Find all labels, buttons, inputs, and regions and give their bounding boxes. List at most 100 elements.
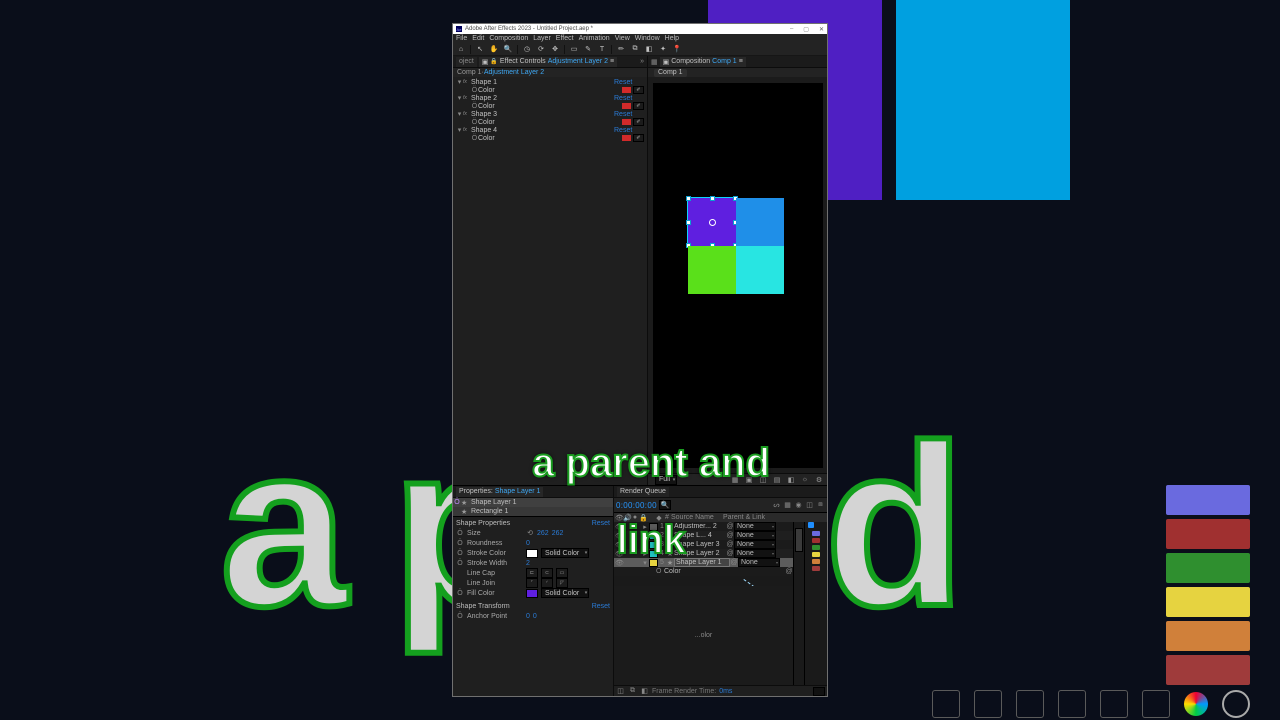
- zoom-scrubber[interactable]: [813, 687, 825, 696]
- vertical-scrollbar[interactable]: [793, 522, 804, 685]
- layer-path-row[interactable]: Ö ★ Shape Layer 1: [453, 498, 613, 507]
- effect-param-row[interactable]: Ö Color ✐: [453, 118, 647, 126]
- eye-icon[interactable]: 👁: [615, 523, 623, 531]
- overflow-icon[interactable]: »: [640, 58, 644, 65]
- pickwhip-icon[interactable]: @: [785, 568, 793, 575]
- puppet-tool-icon[interactable]: 📍: [672, 44, 682, 54]
- cap-square-icon[interactable]: ▭: [556, 568, 568, 578]
- fill-color-chip[interactable]: [526, 589, 538, 598]
- pickwhip-icon[interactable]: @: [726, 523, 734, 530]
- reset-link[interactable]: Reset: [614, 79, 644, 86]
- menu-layer[interactable]: Layer: [533, 35, 551, 42]
- size-h[interactable]: 262: [552, 530, 564, 537]
- roundness-row[interactable]: Ö Roundness 0: [453, 538, 613, 548]
- parent-select[interactable]: None: [734, 522, 776, 531]
- breadcrumb[interactable]: Comp 1: [654, 69, 687, 77]
- type-tool-icon[interactable]: T: [597, 44, 607, 54]
- transparency-grid-icon[interactable]: ▦: [730, 475, 740, 485]
- fill-mode-select[interactable]: Solid Color: [541, 588, 589, 598]
- twirl-icon[interactable]: ▾: [456, 78, 463, 86]
- cap-round-icon[interactable]: ⊂: [541, 568, 553, 578]
- effect-row[interactable]: ▾ fx Shape 1 Reset: [453, 78, 647, 86]
- channel-icon[interactable]: ◧: [786, 475, 796, 485]
- join-miter-icon[interactable]: ⌜: [526, 578, 538, 588]
- effect-param-row[interactable]: Ö Color ✐: [453, 102, 647, 110]
- menu-edit[interactable]: Edit: [472, 35, 484, 42]
- reset-link[interactable]: Reset: [592, 603, 610, 610]
- title-bar[interactable]: Ae Adobe After Effects 2023 - Untitled P…: [453, 24, 827, 34]
- frame-blend-icon[interactable]: ▦: [783, 501, 792, 509]
- composition-tab[interactable]: ▣ Composition Comp 1 ≡: [660, 57, 746, 67]
- layer-name-edit[interactable]: Shape Layer 1: [674, 558, 730, 567]
- fill-color-row[interactable]: Ö Fill Color Solid Color: [453, 588, 613, 598]
- panel-menu-icon[interactable]: ≡: [739, 58, 743, 65]
- home-icon[interactable]: ⌂: [456, 44, 466, 54]
- project-tab[interactable]: oject: [456, 57, 477, 67]
- menu-animation[interactable]: Animation: [579, 35, 610, 42]
- window-minimize-button[interactable]: –: [790, 26, 793, 33]
- size-w[interactable]: 262: [537, 530, 549, 537]
- mask-icon[interactable]: ▣: [744, 475, 754, 485]
- effect-row[interactable]: ▾fx Shape 3 Reset: [453, 110, 647, 118]
- render-queue-tab[interactable]: Render Queue: [617, 487, 669, 497]
- cap-butt-icon[interactable]: ⊏: [526, 568, 538, 578]
- roto-tool-icon[interactable]: ✦: [658, 44, 668, 54]
- keyframe-icon[interactable]: Ö: [456, 530, 464, 537]
- panbehind-tool-icon[interactable]: ✥: [550, 44, 560, 54]
- composition-canvas[interactable]: [653, 83, 823, 468]
- pen-tool-icon[interactable]: ✎: [583, 44, 593, 54]
- search-icon[interactable]: 🔍: [659, 500, 671, 510]
- shape-top-left[interactable]: [688, 198, 736, 246]
- shy-icon[interactable]: ᔕ: [772, 501, 781, 509]
- playhead-icon[interactable]: [808, 522, 814, 528]
- tool-bar[interactable]: ⌂ ↖ ✋ 🔍 ◷ ⟳ ✥ ▭ ✎ T ✏ ⧉ ◧ ✦ 📍: [453, 43, 827, 56]
- effect-row[interactable]: ▾fx Shape 4 Reset: [453, 126, 647, 134]
- menu-help[interactable]: Help: [665, 35, 679, 42]
- timeline-mini-track[interactable]: [804, 522, 827, 685]
- motion-blur-icon[interactable]: ◉: [794, 501, 803, 509]
- brush-tool-icon[interactable]: ✏: [616, 44, 626, 54]
- effect-param-row[interactable]: Ö Color ✐: [453, 86, 647, 94]
- anchor-point-row[interactable]: Ö Anchor Point 0 0: [453, 611, 613, 621]
- composition-viewer[interactable]: [648, 77, 827, 473]
- shape-bottom-left[interactable]: [688, 246, 736, 294]
- roi-icon[interactable]: ◫: [758, 475, 768, 485]
- anchor-point-icon[interactable]: [709, 219, 716, 226]
- join-bevel-icon[interactable]: ◸: [556, 578, 568, 588]
- graph-editor-icon[interactable]: ◫: [805, 501, 814, 509]
- shape-path-row[interactable]: ★ Rectangle 1: [453, 507, 613, 516]
- zoom-tool-icon[interactable]: 🔍: [503, 44, 513, 54]
- label-swatch[interactable]: [649, 523, 658, 531]
- audio-column-icon[interactable]: 🔊: [623, 514, 631, 522]
- shape-top-right[interactable]: [736, 198, 784, 246]
- draft3d-icon[interactable]: ⧈: [816, 501, 825, 509]
- menu-view[interactable]: View: [615, 35, 630, 42]
- menu-window[interactable]: Window: [635, 35, 660, 42]
- menu-composition[interactable]: Composition: [489, 35, 528, 42]
- window-close-button[interactable]: ✕: [819, 26, 824, 33]
- panel-menu-icon[interactable]: ≡: [610, 58, 614, 65]
- toggle-panes-icon[interactable]: ◧: [640, 687, 649, 695]
- orbit-tool-icon[interactable]: ◷: [522, 44, 532, 54]
- link-icon[interactable]: ⟲: [526, 529, 534, 537]
- effect-controls-tab[interactable]: ▣ 🔒 Effect Controls Adjustment Layer 2 ≡: [479, 57, 617, 67]
- grid-toggle-icon[interactable]: ▤: [772, 475, 782, 485]
- layer-row[interactable]: 👁 ▾ 5 ★ Shape Layer 1 @ None: [614, 558, 793, 567]
- solo-column-icon[interactable]: ●: [631, 514, 639, 521]
- line-cap-row[interactable]: Line Cap ⊏ ⊂ ▭: [453, 568, 613, 578]
- toggle-modes-icon[interactable]: ⧉: [628, 687, 637, 695]
- timeline-layer-list[interactable]: 👁 ▸ 1 ▤ Adjustmer... 2 @ None 👁 ▸: [614, 522, 793, 685]
- effect-param-row[interactable]: Ö Color ✐: [453, 134, 647, 142]
- settings-icon[interactable]: ⚙: [814, 475, 824, 485]
- fx-icon[interactable]: fx: [463, 79, 471, 85]
- layer-row[interactable]: 👁 ▸ 3 ★ Shape Layer 3 @ None: [614, 540, 793, 549]
- layer-row[interactable]: 👁 ▸ 1 ▤ Adjustmer... 2 @ None: [614, 522, 793, 531]
- menu-bar[interactable]: File Edit Composition Layer Effect Anima…: [453, 34, 827, 43]
- layer-row[interactable]: 👁 ▸ 4 ★ Shape Layer 2 @ None: [614, 549, 793, 558]
- shape-bottom-right[interactable]: [736, 246, 784, 294]
- stopwatch-icon[interactable]: Ö: [453, 499, 461, 506]
- hand-tool-icon[interactable]: ✋: [489, 44, 499, 54]
- eyedropper-icon[interactable]: ✐: [633, 86, 644, 94]
- eye-column-icon[interactable]: 👁: [615, 514, 623, 522]
- lock-icon[interactable]: 🔒: [490, 58, 497, 65]
